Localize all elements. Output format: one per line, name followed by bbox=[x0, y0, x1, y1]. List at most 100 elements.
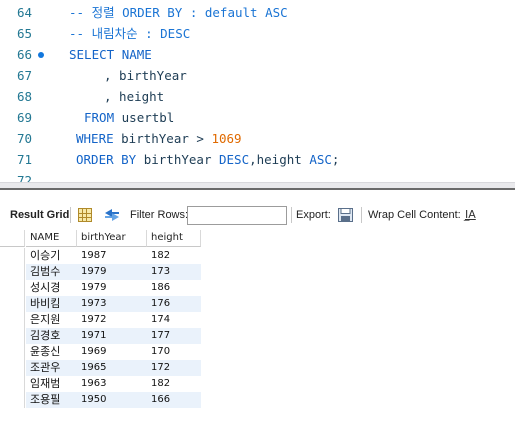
row-selector[interactable] bbox=[0, 376, 25, 392]
current-statement-dot-icon[interactable] bbox=[38, 52, 44, 58]
code-text: FROM usertbl bbox=[84, 107, 174, 128]
cell-height[interactable]: 174 bbox=[147, 312, 201, 328]
table-row[interactable]: 임재범 1963 182 bbox=[0, 376, 202, 392]
code-token: birthYear bbox=[143, 152, 219, 167]
cell-birthyear[interactable]: 1987 bbox=[77, 248, 147, 264]
code-token: birthYear > bbox=[121, 131, 212, 146]
code-line[interactable]: 71 ORDER BY birthYear DESC,height ASC; bbox=[0, 149, 515, 170]
code-line[interactable]: 70 WHERE birthYear > 1069 bbox=[0, 128, 515, 149]
cell-height[interactable]: 176 bbox=[147, 296, 201, 312]
toolbar-divider bbox=[291, 207, 292, 223]
column-header-name[interactable]: NAME bbox=[26, 230, 77, 247]
code-text: , birthYear bbox=[104, 65, 187, 86]
cell-name[interactable]: 윤종신 bbox=[26, 344, 77, 360]
cell-height[interactable]: 170 bbox=[147, 344, 201, 360]
filter-rows-label: Filter Rows: bbox=[130, 209, 189, 221]
cell-height[interactable]: 182 bbox=[147, 248, 201, 264]
result-grid: NAME birthYear height 이승기 1987 182 김범수 1979 1… bbox=[0, 230, 515, 423]
column-header-birthyear[interactable]: birthYear bbox=[77, 230, 147, 247]
table-row[interactable]: 조관우 1965 172 bbox=[0, 360, 202, 376]
cell-name[interactable]: 바비킴 bbox=[26, 296, 77, 312]
line-number: 64 bbox=[16, 5, 32, 20]
code-line[interactable]: 66 SELECT NAME bbox=[0, 44, 515, 65]
refresh-icon[interactable] bbox=[104, 208, 120, 222]
row-selector-header[interactable] bbox=[0, 230, 25, 247]
cell-birthyear[interactable]: 1979 bbox=[77, 280, 147, 296]
row-selector[interactable] bbox=[0, 296, 25, 312]
cell-name[interactable]: 조관우 bbox=[26, 360, 77, 376]
table-row[interactable]: 은지원 1972 174 bbox=[0, 312, 202, 328]
toolbar-divider bbox=[361, 207, 362, 223]
code-token: ORDER BY bbox=[76, 152, 144, 167]
wrap-text-icon[interactable]: I̲A bbox=[465, 209, 476, 221]
cell-birthyear[interactable]: 1950 bbox=[77, 392, 147, 408]
table-row[interactable]: 바비킴 1973 176 bbox=[0, 296, 202, 312]
cell-name[interactable]: 김범수 bbox=[26, 264, 77, 280]
row-selector[interactable] bbox=[0, 328, 25, 344]
code-line[interactable]: 65 -- 내림차순 : DESC bbox=[0, 23, 515, 44]
code-text: -- 내림차순 : DESC bbox=[69, 23, 190, 44]
code-token: FROM bbox=[84, 110, 122, 125]
cell-name[interactable]: 성시경 bbox=[26, 280, 77, 296]
code-text: ORDER BY birthYear DESC,height ASC; bbox=[76, 149, 339, 170]
export-icon[interactable] bbox=[338, 208, 353, 222]
code-text: -- 정렬 ORDER BY : default ASC bbox=[69, 2, 288, 23]
table-row[interactable]: 이승기 1987 182 bbox=[0, 248, 202, 264]
cell-name[interactable]: 이승기 bbox=[26, 248, 77, 264]
line-number: 70 bbox=[16, 131, 32, 146]
cell-name[interactable]: 임재범 bbox=[26, 376, 77, 392]
cell-name[interactable]: 조용필 bbox=[26, 392, 77, 408]
row-selector[interactable] bbox=[0, 280, 25, 296]
row-selector[interactable] bbox=[0, 264, 25, 280]
table-row[interactable]: 김경호 1971 177 bbox=[0, 328, 202, 344]
cell-name[interactable]: 은지원 bbox=[26, 312, 77, 328]
cell-height[interactable]: 172 bbox=[147, 360, 201, 376]
code-token: DESC bbox=[219, 152, 250, 167]
code-token: ASC bbox=[309, 152, 332, 167]
row-selector[interactable] bbox=[0, 248, 25, 264]
cell-birthyear[interactable]: 1965 bbox=[77, 360, 147, 376]
cell-birthyear[interactable]: 1963 bbox=[77, 376, 147, 392]
cell-name[interactable]: 김경호 bbox=[26, 328, 77, 344]
code-token: ; bbox=[331, 152, 340, 167]
sql-editor[interactable]: 64 -- 정렬 ORDER BY : default ASC 65 -- 내림차순 … bbox=[0, 0, 515, 182]
cell-height[interactable]: 166 bbox=[147, 392, 201, 408]
cell-birthyear[interactable]: 1971 bbox=[77, 328, 147, 344]
table-row[interactable]: 김범수 1979 173 bbox=[0, 264, 202, 280]
row-selector[interactable] bbox=[0, 360, 25, 376]
result-grid-icon[interactable] bbox=[78, 208, 92, 222]
cell-height[interactable]: 173 bbox=[147, 264, 201, 280]
table-row[interactable]: 윤종신 1969 170 bbox=[0, 344, 202, 360]
cell-height[interactable]: 186 bbox=[147, 280, 201, 296]
cell-height[interactable]: 177 bbox=[147, 328, 201, 344]
code-token: SELECT bbox=[69, 47, 122, 62]
cell-birthyear[interactable]: 1973 bbox=[77, 296, 147, 312]
export-label: Export: bbox=[296, 209, 331, 221]
cell-birthyear[interactable]: 1972 bbox=[77, 312, 147, 328]
line-number: 71 bbox=[16, 152, 32, 167]
table-row[interactable]: 성시경 1979 186 bbox=[0, 280, 202, 296]
line-number: 69 bbox=[16, 110, 32, 125]
cell-birthyear[interactable]: 1969 bbox=[77, 344, 147, 360]
code-line[interactable]: 64 -- 정렬 ORDER BY : default ASC bbox=[0, 2, 515, 23]
cell-birthyear[interactable]: 1979 bbox=[77, 264, 147, 280]
code-token: WHERE bbox=[76, 131, 122, 146]
code-token: usertbl bbox=[121, 110, 175, 125]
code-line[interactable]: 72 bbox=[0, 170, 515, 182]
cell-height[interactable]: 182 bbox=[147, 376, 201, 392]
row-selector[interactable] bbox=[0, 344, 25, 360]
table-row[interactable]: 조용필 1950 166 bbox=[0, 392, 202, 408]
row-selector[interactable] bbox=[0, 392, 25, 408]
row-selector[interactable] bbox=[0, 312, 25, 328]
line-number: 68 bbox=[16, 89, 32, 104]
toolbar-divider bbox=[70, 207, 71, 223]
splitter-edge bbox=[0, 188, 515, 190]
filter-rows-input[interactable] bbox=[187, 206, 287, 225]
column-header-height[interactable]: height bbox=[147, 230, 201, 247]
wrap-cell-label: Wrap Cell Content: bbox=[368, 209, 461, 221]
result-grid-tab[interactable]: Result Grid bbox=[10, 200, 69, 230]
code-token: , birthYear bbox=[104, 68, 187, 83]
code-line[interactable]: 67 , birthYear bbox=[0, 65, 515, 86]
code-line[interactable]: 68 , height bbox=[0, 86, 515, 107]
code-line[interactable]: 69 FROM usertbl bbox=[0, 107, 515, 128]
